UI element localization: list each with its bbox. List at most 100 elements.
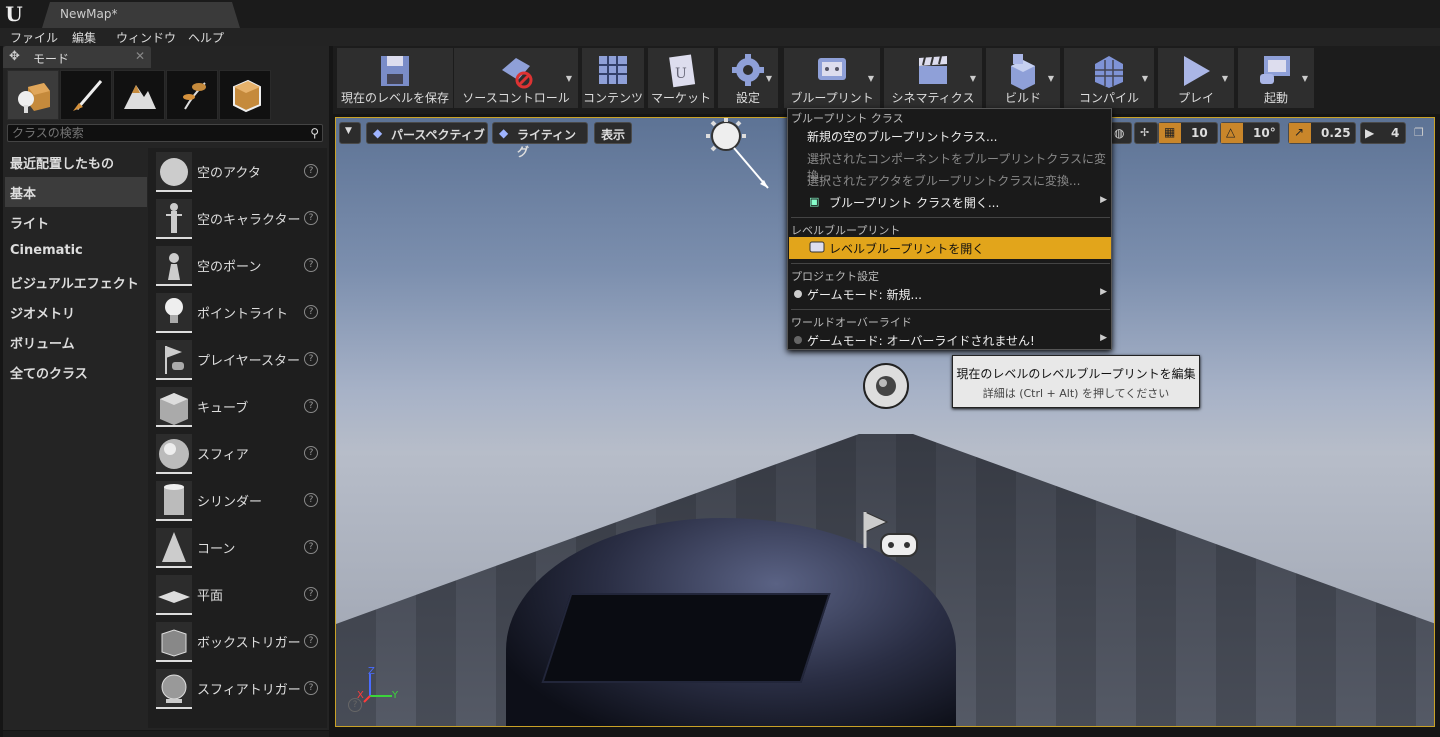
player-start-actor-icon[interactable]	[859, 508, 921, 568]
directional-light-icon[interactable]	[696, 118, 776, 198]
help-icon[interactable]: ?	[304, 634, 318, 648]
dropdown-arrow-icon[interactable]: ▼	[868, 74, 874, 83]
category-basic[interactable]: 基本	[5, 177, 147, 207]
maximize-icon[interactable]: ❐	[1414, 126, 1424, 139]
play-icon	[1184, 56, 1210, 86]
dropdown-arrow-icon[interactable]: ▼	[1302, 74, 1308, 83]
source-control-button[interactable]: ソースコントロール ▼	[454, 48, 578, 108]
help-icon[interactable]: ?	[304, 211, 318, 225]
place-item-empty-pawn[interactable]: 空のポーン ?	[154, 246, 324, 292]
menu-item-label: ゲームモード: 新規...	[807, 288, 922, 302]
menu-game-mode-override[interactable]: ゲームモード: オーバーライドされません! ▶	[789, 329, 1111, 351]
place-item-label: 平面	[197, 589, 224, 604]
dropdown-arrow-icon[interactable]: ▼	[1222, 74, 1228, 83]
help-icon[interactable]: ?	[348, 698, 362, 712]
place-item-player-start[interactable]: プレイヤースター ?	[154, 340, 324, 386]
place-item-empty-actor[interactable]: 空のアクタ ?	[154, 152, 324, 198]
menu-convert-components: 選択されたコンポーネントをブループリントクラスに変換...	[789, 147, 1111, 183]
help-icon[interactable]: ?	[304, 587, 318, 601]
category-volumes[interactable]: ボリューム	[5, 327, 147, 357]
class-search-box[interactable]: ⚲	[7, 124, 323, 142]
launch-button[interactable]: 起動 ▼	[1238, 48, 1314, 108]
blueprint-class-icon: ▣	[809, 195, 820, 208]
dropdown-arrow-icon[interactable]: ▼	[766, 74, 772, 83]
menu-edit[interactable]: 編集	[72, 29, 96, 46]
place-item-cylinder[interactable]: シリンダー ?	[154, 481, 324, 527]
compile-button[interactable]: コンパイル ▼	[1064, 48, 1154, 108]
scale-snap-control[interactable]: ↗ 0.25	[1288, 122, 1356, 144]
bottom-tabs	[3, 731, 329, 737]
tooltip-title: 現在のレベルのレベルブループリントを編集	[956, 367, 1196, 381]
menu-open-level-blueprint[interactable]: レベルブループリントを開く	[789, 237, 1111, 259]
surface-snap-toggle[interactable]: ✢	[1134, 122, 1158, 144]
save-level-button[interactable]: 現在のレベルを保存	[337, 48, 453, 108]
play-button[interactable]: プレイ ▼	[1158, 48, 1234, 108]
dropdown-arrow-icon[interactable]: ▼	[1142, 74, 1148, 83]
category-cinematic[interactable]: Cinematic	[5, 237, 147, 267]
grid-snap-control[interactable]: ▦ 10	[1158, 122, 1218, 144]
sky-sphere-icon[interactable]	[861, 363, 911, 413]
document-tab[interactable]: NewMap*	[42, 2, 240, 28]
geometry-mode-button[interactable]	[219, 70, 271, 120]
blueprints-button[interactable]: ブループリント ▼	[784, 48, 880, 108]
close-icon[interactable]: ✕	[135, 49, 145, 63]
category-visual-effects[interactable]: ビジュアルエフェクト	[5, 267, 147, 297]
world-local-toggle[interactable]: ◍	[1110, 122, 1132, 144]
angle-icon: △	[1226, 125, 1236, 139]
category-recent[interactable]: 最近配置したもの	[5, 147, 147, 177]
place-item-empty-character[interactable]: 空のキャラクター ?	[154, 199, 324, 245]
help-icon[interactable]: ?	[304, 399, 318, 413]
viewport-options-button[interactable]: ▼	[339, 122, 361, 144]
landscape-mode-icon	[124, 85, 156, 109]
menu-open-blueprint-class[interactable]: ▣ ブループリント クラスを開く... ▶	[789, 191, 1111, 213]
cylinder-icon	[156, 481, 192, 521]
place-item-plane[interactable]: 平面 ?	[154, 575, 324, 621]
modes-tab[interactable]: ✥ モード ✕	[3, 46, 151, 68]
unreal-logo-icon[interactable]: U	[2, 2, 26, 26]
dropdown-arrow-icon[interactable]: ▼	[1048, 74, 1054, 83]
place-item-box-trigger[interactable]: ボックストリガー ?	[154, 622, 324, 668]
build-button[interactable]: ビルド ▼	[986, 48, 1060, 108]
place-item-cube[interactable]: キューブ ?	[154, 387, 324, 433]
save-icon	[381, 56, 409, 86]
help-icon[interactable]: ?	[304, 681, 318, 695]
search-icon: ⚲	[310, 126, 319, 140]
globe-icon: ◍	[1114, 126, 1125, 140]
marketplace-button[interactable]: U マーケット	[648, 48, 714, 108]
lighting-button[interactable]: ◆ ライティング	[492, 122, 588, 159]
perspective-button[interactable]: ◆ パースペクティブ	[366, 122, 488, 144]
menu-window[interactable]: ウィンドウ	[116, 29, 176, 46]
menu-game-mode-new[interactable]: ゲームモード: 新規... ▶	[789, 283, 1111, 305]
place-item-sphere[interactable]: スフィア ?	[154, 434, 324, 480]
help-icon[interactable]: ?	[304, 446, 318, 460]
category-lights[interactable]: ライト	[5, 207, 147, 237]
class-search-input[interactable]	[12, 126, 302, 140]
chevron-down-icon: ▼	[345, 126, 352, 136]
menu-help[interactable]: ヘルプ	[188, 29, 224, 46]
rotation-snap-control[interactable]: △ 10°	[1220, 122, 1280, 144]
help-icon[interactable]: ?	[304, 540, 318, 554]
menu-new-blueprint-class[interactable]: 新規の空のブループリントクラス...	[789, 125, 1111, 147]
show-button[interactable]: 表示	[594, 122, 632, 144]
menu-file[interactable]: ファイル	[10, 29, 58, 46]
place-item-point-light[interactable]: ポイントライト ?	[154, 293, 324, 339]
content-button[interactable]: コンテンツ	[582, 48, 644, 108]
camera-speed-control[interactable]: ▶ 4	[1360, 122, 1406, 144]
place-item-sphere-trigger[interactable]: スフィアトリガー ?	[154, 669, 324, 715]
paint-mode-button[interactable]	[60, 70, 112, 120]
cinematics-button[interactable]: シネマティクス ▼	[884, 48, 982, 108]
landscape-mode-button[interactable]	[113, 70, 165, 120]
help-icon[interactable]: ?	[304, 493, 318, 507]
help-icon[interactable]: ?	[304, 258, 318, 272]
help-icon[interactable]: ?	[304, 164, 318, 178]
settings-button[interactable]: 設定 ▼	[718, 48, 778, 108]
foliage-mode-button[interactable]	[166, 70, 218, 120]
dropdown-arrow-icon[interactable]: ▼	[970, 74, 976, 83]
dropdown-arrow-icon[interactable]: ▼	[566, 74, 572, 83]
place-item-cone[interactable]: コーン ?	[154, 528, 324, 574]
help-icon[interactable]: ?	[304, 305, 318, 319]
category-geometry[interactable]: ジオメトリ	[5, 297, 147, 327]
help-icon[interactable]: ?	[304, 352, 318, 366]
category-all-classes[interactable]: 全てのクラス	[5, 357, 147, 387]
place-mode-button[interactable]	[7, 70, 59, 120]
